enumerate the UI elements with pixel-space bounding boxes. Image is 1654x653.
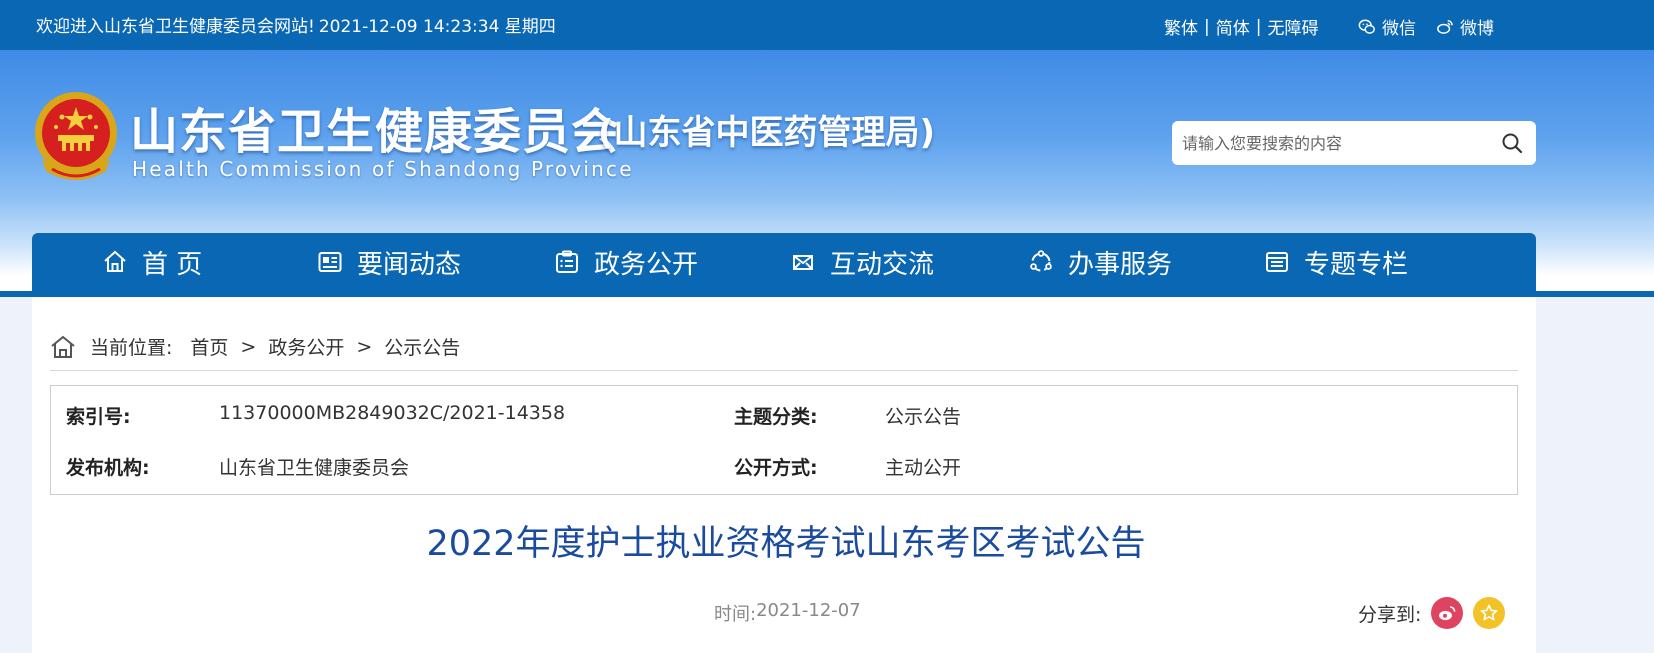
main-nav: 首 页 要闻动态 政务公开 互动交流 办事服务 专题专栏 <box>32 233 1536 291</box>
breadcrumb-divider <box>50 370 1518 371</box>
column-icon <box>1266 252 1288 272</box>
nav-item-government[interactable]: 政务公开 <box>554 233 698 291</box>
welcome-text: 欢迎进入山东省卫生健康委员会网站! 2021-12-09 14:23:34 星期四 <box>32 12 556 37</box>
news-icon <box>318 252 342 272</box>
topic-value: 公示公告 <box>885 406 962 428</box>
index-label: 索引号: <box>66 406 131 428</box>
site-title: 山东省卫生健康委员会 <box>130 104 621 160</box>
service-icon <box>1030 250 1052 272</box>
link-separator: | <box>1255 16 1262 37</box>
star-icon <box>1481 604 1498 621</box>
share-weibo-button[interactable] <box>1431 597 1464 629</box>
article-title: 2022年度护士执业资格考试山东考区考试公告 <box>426 524 1146 564</box>
search-icon[interactable] <box>1500 131 1524 155</box>
accessibility-link[interactable]: 无障碍 <box>1267 14 1318 39</box>
share-bar: 分享到: <box>1358 597 1506 629</box>
nav-item-home[interactable]: 首 页 <box>102 233 202 291</box>
article-meta-table: 索引号: 11370000MB2849032C/2021-14358 主题分类:… <box>50 385 1518 495</box>
weibo-icon <box>1439 606 1456 621</box>
exchange-icon <box>793 255 813 270</box>
topic-label: 主题分类: <box>734 406 818 428</box>
publisher-value: 山东省卫生健康委员会 <box>219 457 410 479</box>
language-links: 繁体 | 简体 | 无障碍 <box>1164 14 1318 40</box>
date-value: 2021-12-07 <box>756 600 861 621</box>
site-english-title: Health Commission of Shandong Province <box>132 157 634 181</box>
simplified-link[interactable]: 简体 <box>1216 14 1250 39</box>
nav-label: 互动交流 <box>830 249 935 280</box>
nav-label: 专题专栏 <box>1304 249 1409 280</box>
current-datetime: 2021-12-09 14:23:34 星期四 <box>318 17 556 37</box>
nav-label: 首 页 <box>142 249 203 280</box>
clipboard-icon <box>556 250 578 273</box>
top-bar: 欢迎进入山东省卫生健康委员会网站! 2021-12-09 14:23:34 星期四… <box>0 0 1654 50</box>
nav-item-news[interactable]: 要闻动态 <box>317 233 461 291</box>
wechat-icon[interactable] <box>1358 18 1376 36</box>
mode-value: 主动公开 <box>885 457 962 479</box>
site-subtitle: (山东省中医药管理局) <box>598 113 936 153</box>
welcome-message: 欢迎进入山东省卫生健康委员会网站! <box>36 17 315 37</box>
index-value: 11370000MB2849032C/2021-14358 <box>219 402 566 424</box>
wechat-link[interactable]: 微信 <box>1382 14 1416 39</box>
link-separator: | <box>1204 16 1210 37</box>
nav-item-special[interactable]: 专题专栏 <box>1264 233 1408 291</box>
publish-date: 时间: 2021-12-07 <box>714 600 861 626</box>
mode-label: 公开方式: <box>734 457 818 479</box>
breadcrumb-separator: > <box>356 335 373 358</box>
nav-item-service[interactable]: 办事服务 <box>1028 233 1172 291</box>
share-favorite-button[interactable] <box>1473 597 1506 629</box>
search-input[interactable] <box>1182 133 1492 153</box>
breadcrumb-government[interactable]: 政务公开 <box>268 333 344 360</box>
breadcrumb-prefix: 当前位置: <box>90 337 173 359</box>
home-icon <box>104 250 126 272</box>
home-icon[interactable] <box>50 335 76 359</box>
weibo-link[interactable]: 微博 <box>1460 14 1494 39</box>
nav-label: 政务公开 <box>594 249 699 280</box>
traditional-link[interactable]: 繁体 <box>1164 14 1198 39</box>
nav-label: 办事服务 <box>1068 249 1173 280</box>
share-label: 分享到: <box>1358 603 1422 626</box>
date-label: 时间: <box>714 604 757 625</box>
search-box <box>1172 121 1536 165</box>
social-links: 微信 微博 <box>1358 14 1494 39</box>
breadcrumb-separator: > <box>240 335 257 358</box>
weibo-icon[interactable] <box>1436 18 1454 36</box>
nav-label: 要闻动态 <box>357 249 462 280</box>
breadcrumb-notices[interactable]: 公示公告 <box>384 333 460 360</box>
publisher-label: 发布机构: <box>66 457 150 479</box>
national-emblem-icon[interactable] <box>32 89 120 185</box>
breadcrumb: 当前位置: 首页 > 政务公开 > 公示公告 <box>50 333 460 360</box>
breadcrumb-home[interactable]: 首页 <box>190 333 228 360</box>
nav-item-interaction[interactable]: 互动交流 <box>790 233 934 291</box>
